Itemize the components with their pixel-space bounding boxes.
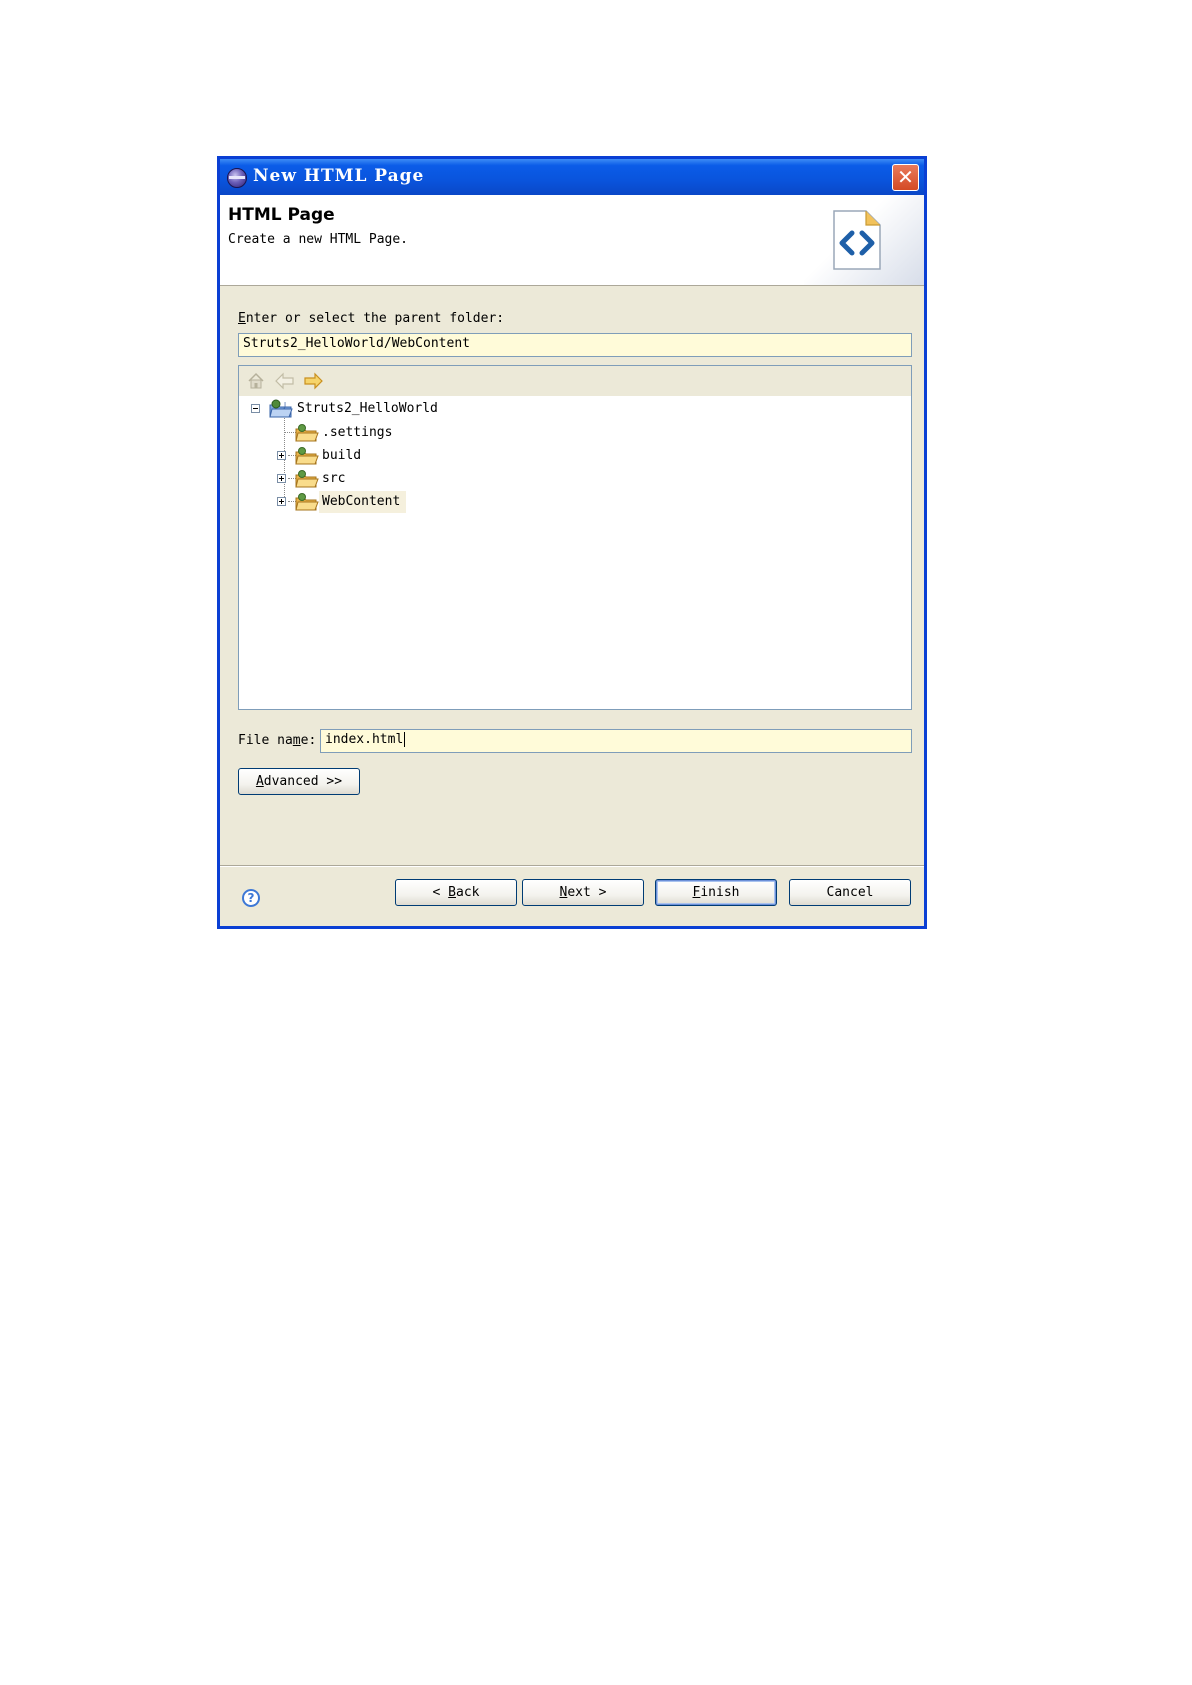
tree-item-src[interactable]: src <box>239 468 911 490</box>
close-button[interactable]: ✕ <box>892 164 919 191</box>
svg-text:J: J <box>283 401 286 409</box>
folder-tree[interactable]: J Struts2_HelloWorld .settings build src… <box>238 365 912 710</box>
cancel-button[interactable]: Cancel <box>789 879 911 906</box>
footer-separator <box>220 865 924 867</box>
back-button[interactable]: < Back <box>395 879 517 906</box>
new-html-page-dialog: New HTML Page ✕ HTML Page Create a new H… <box>217 156 927 929</box>
eclipse-logo-icon <box>227 168 247 188</box>
expand-toggle[interactable] <box>277 474 286 483</box>
page-description: Create a new HTML Page. <box>228 232 409 247</box>
window-title: New HTML Page <box>253 166 425 186</box>
project-folder-icon: J <box>269 399 293 418</box>
finish-button[interactable]: Finish <box>655 879 777 906</box>
title-bar[interactable]: New HTML Page ✕ <box>220 159 924 195</box>
tree-item-settings[interactable]: .settings <box>239 422 911 444</box>
help-icon[interactable]: ? <box>242 889 260 907</box>
advanced-button[interactable]: Advanced >> <box>238 768 360 795</box>
expand-toggle[interactable] <box>277 451 286 460</box>
back-arrow-icon[interactable] <box>275 372 295 390</box>
tree-item-webcontent[interactable]: WebContent <box>239 491 911 513</box>
folder-icon <box>295 493 319 511</box>
tree-item-label: build <box>322 448 362 463</box>
parent-folder-input[interactable]: Struts2_HelloWorld/WebContent <box>238 333 912 357</box>
file-name-input[interactable]: index.html <box>320 729 912 753</box>
collapse-toggle[interactable] <box>251 404 260 413</box>
next-button[interactable]: Next > <box>522 879 644 906</box>
tree-item-build[interactable]: build <box>239 445 911 467</box>
folder-icon <box>295 424 319 442</box>
folder-icon <box>295 447 319 465</box>
file-name-label: File name: <box>238 733 317 748</box>
tree-item-label: .settings <box>322 425 393 440</box>
home-icon[interactable] <box>247 372 265 390</box>
parent-folder-label: Enter or select the parent folder: <box>238 311 505 326</box>
expand-toggle[interactable] <box>277 497 286 506</box>
tree-item-label: Struts2_HelloWorld <box>297 401 438 416</box>
tree-toolbar <box>239 366 911 396</box>
tree-item-label-selected: WebContent <box>319 491 407 513</box>
html-file-icon <box>833 210 881 270</box>
forward-arrow-icon[interactable] <box>303 372 323 390</box>
folder-icon <box>295 470 319 488</box>
wizard-header: HTML Page Create a new HTML Page. <box>220 195 924 286</box>
page-title: HTML Page <box>228 205 335 225</box>
tree-item-project[interactable]: J Struts2_HelloWorld <box>239 398 911 420</box>
text-caret <box>404 732 406 747</box>
tree-item-label: src <box>322 471 346 486</box>
